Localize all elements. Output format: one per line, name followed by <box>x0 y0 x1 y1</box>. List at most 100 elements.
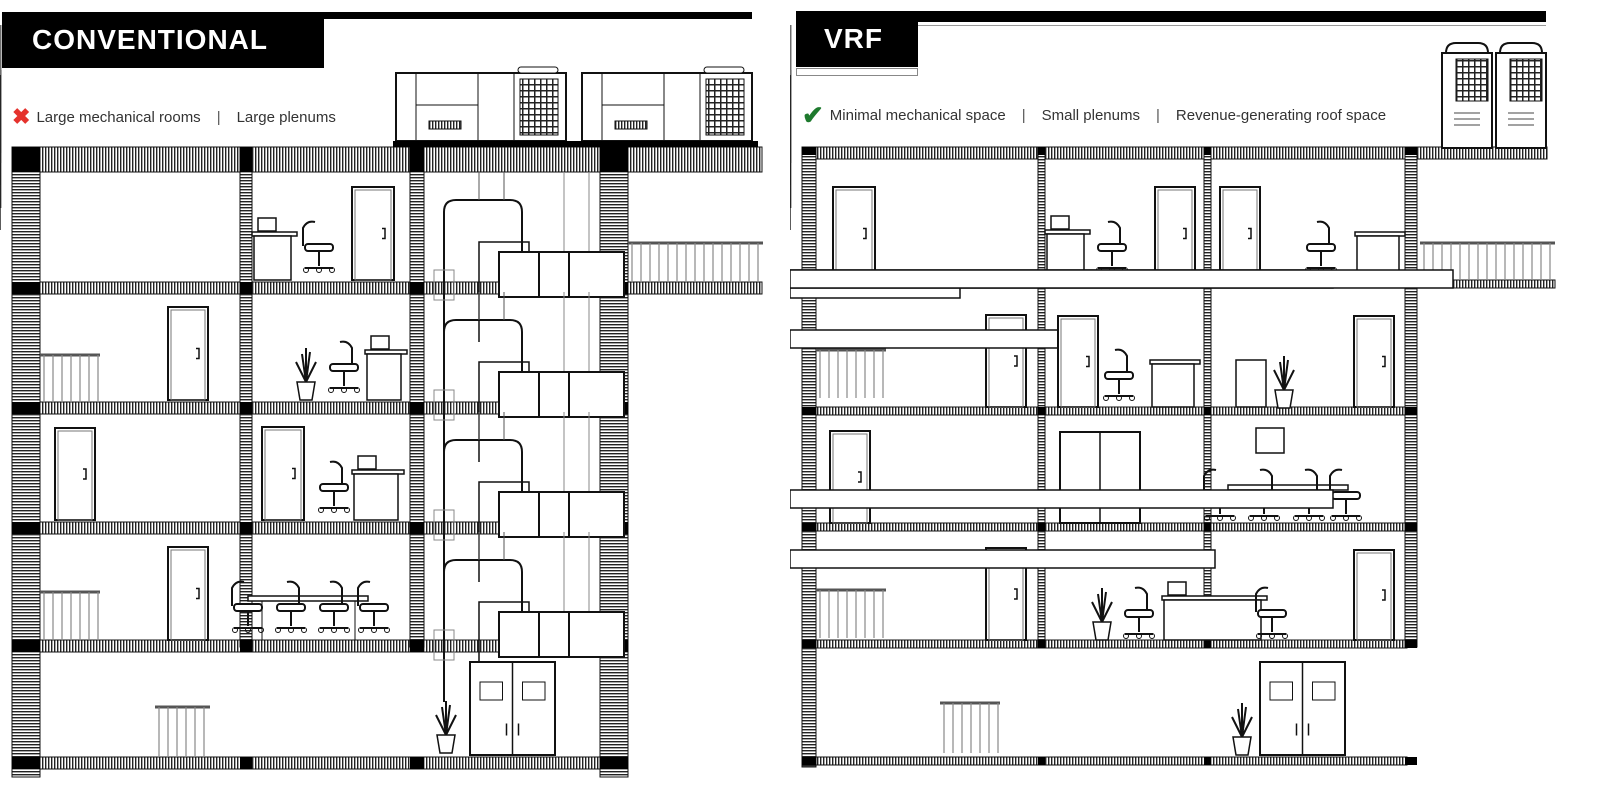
structural-joint <box>802 523 816 531</box>
structural-joint <box>240 757 252 769</box>
desk-icon <box>364 335 408 401</box>
desk-body <box>253 235 292 281</box>
door-icon <box>54 427 96 521</box>
rtu-condenser-coil <box>705 78 745 136</box>
structural-joint <box>802 407 816 415</box>
vrf-coil-grid <box>1509 58 1543 102</box>
door-frame <box>1353 315 1395 408</box>
door-frame <box>351 186 395 281</box>
door-frame <box>1353 549 1395 641</box>
office-chair-icon <box>1103 348 1135 401</box>
air-handling-unit-icon <box>433 412 625 582</box>
balcony-railing <box>40 590 100 640</box>
door-icon <box>1353 315 1395 408</box>
balcony-railing <box>40 353 100 403</box>
rtu-curb <box>393 141 583 147</box>
floor-slab <box>11 756 628 770</box>
structural-joint <box>1038 147 1045 155</box>
chair-seat <box>1331 491 1361 500</box>
plant-leaves <box>295 348 317 383</box>
plant-leaves <box>435 701 457 736</box>
chair-seat <box>233 603 263 612</box>
ac-body <box>790 489 1334 509</box>
balcony-railing <box>940 701 1000 753</box>
structural-joint <box>1405 523 1417 531</box>
floor-slab <box>801 146 1548 160</box>
chair-back <box>302 220 316 246</box>
ahu-section <box>568 371 625 418</box>
floor-slab <box>801 756 1408 766</box>
door-window <box>1269 681 1293 701</box>
wall-ac-unit-icon <box>790 489 1334 509</box>
laptop-icon <box>1050 215 1070 230</box>
door-frame <box>54 427 96 521</box>
wall-column <box>409 146 425 648</box>
potted-plant-icon <box>1231 703 1253 756</box>
structural-joint <box>1204 147 1211 155</box>
vrf-building-section <box>790 0 1556 768</box>
chair-back <box>329 460 343 486</box>
office-chair-icon <box>318 580 350 633</box>
door-frame <box>1219 186 1261 281</box>
plant-pot <box>436 734 456 754</box>
chair-back <box>1134 586 1148 612</box>
structural-joint <box>12 757 40 769</box>
chair-back <box>1107 220 1121 246</box>
chair-seat <box>1306 243 1336 252</box>
office-chair-icon <box>318 460 350 513</box>
ahu-section <box>498 371 540 418</box>
wall-column <box>11 146 41 778</box>
desk-body <box>1163 599 1262 641</box>
chair-seat <box>359 603 389 612</box>
balcony-railing <box>816 588 886 638</box>
plant-leaves <box>1273 356 1295 391</box>
chair-seat <box>1097 243 1127 252</box>
chair-seat <box>276 603 306 612</box>
structural-joint <box>410 282 424 294</box>
rtu-fan-cap <box>517 66 559 74</box>
desk-body <box>1151 363 1195 408</box>
double-door-icon <box>1059 431 1141 524</box>
air-handling-unit-icon <box>433 292 625 462</box>
balcony-railing <box>155 705 210 757</box>
laptop-icon <box>257 217 277 232</box>
structural-joint <box>12 147 40 172</box>
ahu-section <box>498 491 540 538</box>
wall-column <box>1037 146 1046 648</box>
table-top <box>247 595 369 602</box>
structural-joint <box>1038 640 1045 648</box>
ahu-section <box>568 251 625 298</box>
conventional-building-section <box>0 0 763 778</box>
structural-joint <box>1204 640 1211 648</box>
office-chair-icon <box>1329 468 1362 521</box>
chair-seat <box>1104 371 1134 380</box>
structural-joint <box>1405 640 1417 648</box>
door-icon <box>829 430 871 524</box>
structural-joint <box>802 147 816 155</box>
structural-joint <box>1204 523 1211 531</box>
conventional-panel: CONVENTIONAL ✖ Large mechanical rooms | … <box>0 0 780 791</box>
floor-slab <box>801 406 1408 416</box>
door-frame <box>832 186 876 281</box>
rtu-grille <box>428 120 462 130</box>
structural-joint <box>240 522 252 534</box>
structural-joint <box>410 402 424 414</box>
structural-joint <box>240 147 252 172</box>
ahu-section <box>568 611 625 658</box>
ahu-section <box>538 371 570 418</box>
door-window <box>522 681 546 701</box>
ac-body <box>790 269 1454 289</box>
desk-body <box>353 473 399 521</box>
vrf-coil-grid <box>1455 58 1489 102</box>
structural-joint <box>1405 147 1417 155</box>
plant-pot <box>1092 621 1112 641</box>
chair-back <box>1316 220 1330 246</box>
door-frame <box>261 426 305 521</box>
double-door-icon <box>469 661 556 756</box>
chair-seat <box>319 603 349 612</box>
ac-body <box>790 329 1094 349</box>
desk-icon <box>1149 359 1201 408</box>
structural-joint <box>1405 757 1417 765</box>
chair-seat <box>304 243 334 252</box>
door-icon <box>351 186 395 281</box>
